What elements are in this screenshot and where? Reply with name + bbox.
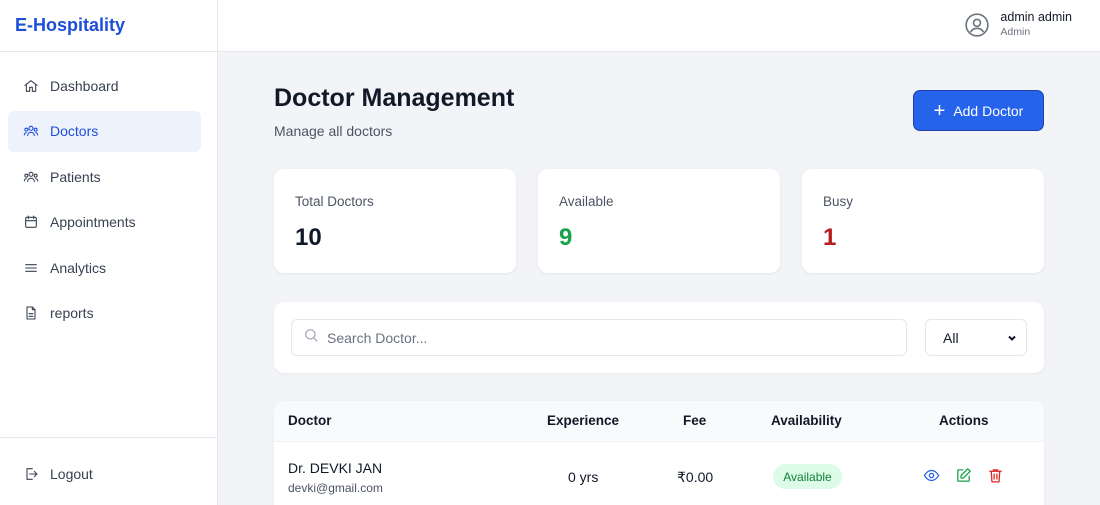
sidebar-item-label: Dashboard [50,77,119,94]
top-bar: admin admin Admin [218,0,1100,52]
edit-doctor-button[interactable] [955,467,973,485]
user-avatar-icon [964,12,990,38]
view-doctor-button[interactable] [923,467,941,485]
doctor-fee: ₹0.00 [677,469,714,485]
stat-card-available: Available 9 [538,169,780,273]
sidebar-item-label: Patients [50,168,101,185]
calendar-icon [22,213,40,231]
logout-label: Logout [50,465,93,482]
stat-value: 9 [559,224,573,251]
column-header-experience[interactable]: Experience [547,413,619,428]
column-header-actions: Actions [939,413,989,428]
sidebar-item-label: Appointments [50,214,136,231]
filter-selected-value: All [943,329,959,346]
sidebar: E-Hospitality Dashboard Doctors Patients… [0,0,218,505]
sidebar-item-analytics[interactable]: Analytics [8,247,201,288]
home-icon [22,77,40,95]
search-icon [303,327,319,348]
file-icon [22,304,40,322]
menu-lines-icon [22,259,40,277]
stat-label: Available [559,194,614,209]
sidebar-nav: Dashboard Doctors Patients Appointments … [0,52,217,334]
table-row[interactable]: Dr. DEVKI JAN devki@gmail.com 0 yrs ₹0.0… [274,442,1044,505]
stat-value: 10 [295,224,322,251]
filter-bar: All [274,302,1044,373]
doctor-email: devki@gmail.com [288,481,383,495]
doctor-name: Dr. DEVKI JAN [288,460,383,476]
page-title: Doctor Management [274,84,515,112]
stat-label: Total Doctors [295,194,374,209]
sidebar-footer: Logout [0,437,217,505]
sidebar-item-reports[interactable]: reports [8,293,201,334]
stat-card-busy: Busy 1 [802,169,1044,273]
sidebar-item-patients[interactable]: Patients [8,156,201,197]
doctor-experience: 0 yrs [568,469,599,485]
column-header-availability[interactable]: Availability [771,413,842,428]
search-input[interactable] [327,329,887,346]
sidebar-item-label: Analytics [50,259,107,276]
add-doctor-label: Add Doctor [953,102,1024,119]
main-content: Doctor Management Manage all doctors + A… [246,52,1072,505]
search-box[interactable] [291,319,907,356]
user-name: admin admin [1000,10,1072,24]
page-subtitle: Manage all doctors [274,123,393,139]
sidebar-item-label: reports [50,305,94,322]
sidebar-item-appointments[interactable]: Appointments [8,202,201,243]
sidebar-item-label: Doctors [50,123,99,140]
chevron-down-icon [1007,330,1017,346]
stat-value: 1 [823,224,837,251]
user-role: Admin [1000,26,1031,38]
users-icon [22,168,40,186]
stat-card-total: Total Doctors 10 [274,169,516,273]
doctors-table: Doctor Experience Fee Availability Actio… [274,401,1044,505]
plus-icon: + [933,99,946,122]
trash-icon [989,469,1002,483]
column-header-fee[interactable]: Fee [683,413,706,428]
user-info: admin admin Admin [1000,10,1072,39]
logout-button[interactable]: Logout [8,453,201,494]
sidebar-item-doctors[interactable]: Doctors [8,110,201,152]
users-icon [22,122,40,140]
edit-icon [957,468,971,482]
availability-filter-select[interactable]: All [925,319,1027,356]
availability-badge: Available [773,464,842,489]
column-header-doctor[interactable]: Doctor [288,413,332,428]
delete-doctor-button[interactable] [987,467,1005,485]
add-doctor-button[interactable]: + Add Doctor [913,90,1044,131]
stat-label: Busy [823,194,854,209]
brand-logo[interactable]: E-Hospitality [0,0,217,52]
logout-icon [22,465,40,483]
sidebar-item-dashboard[interactable]: Dashboard [8,65,201,106]
eye-icon [923,469,940,482]
user-menu[interactable]: admin admin Admin [964,10,1072,39]
table-header: Doctor Experience Fee Availability Actio… [274,401,1044,442]
